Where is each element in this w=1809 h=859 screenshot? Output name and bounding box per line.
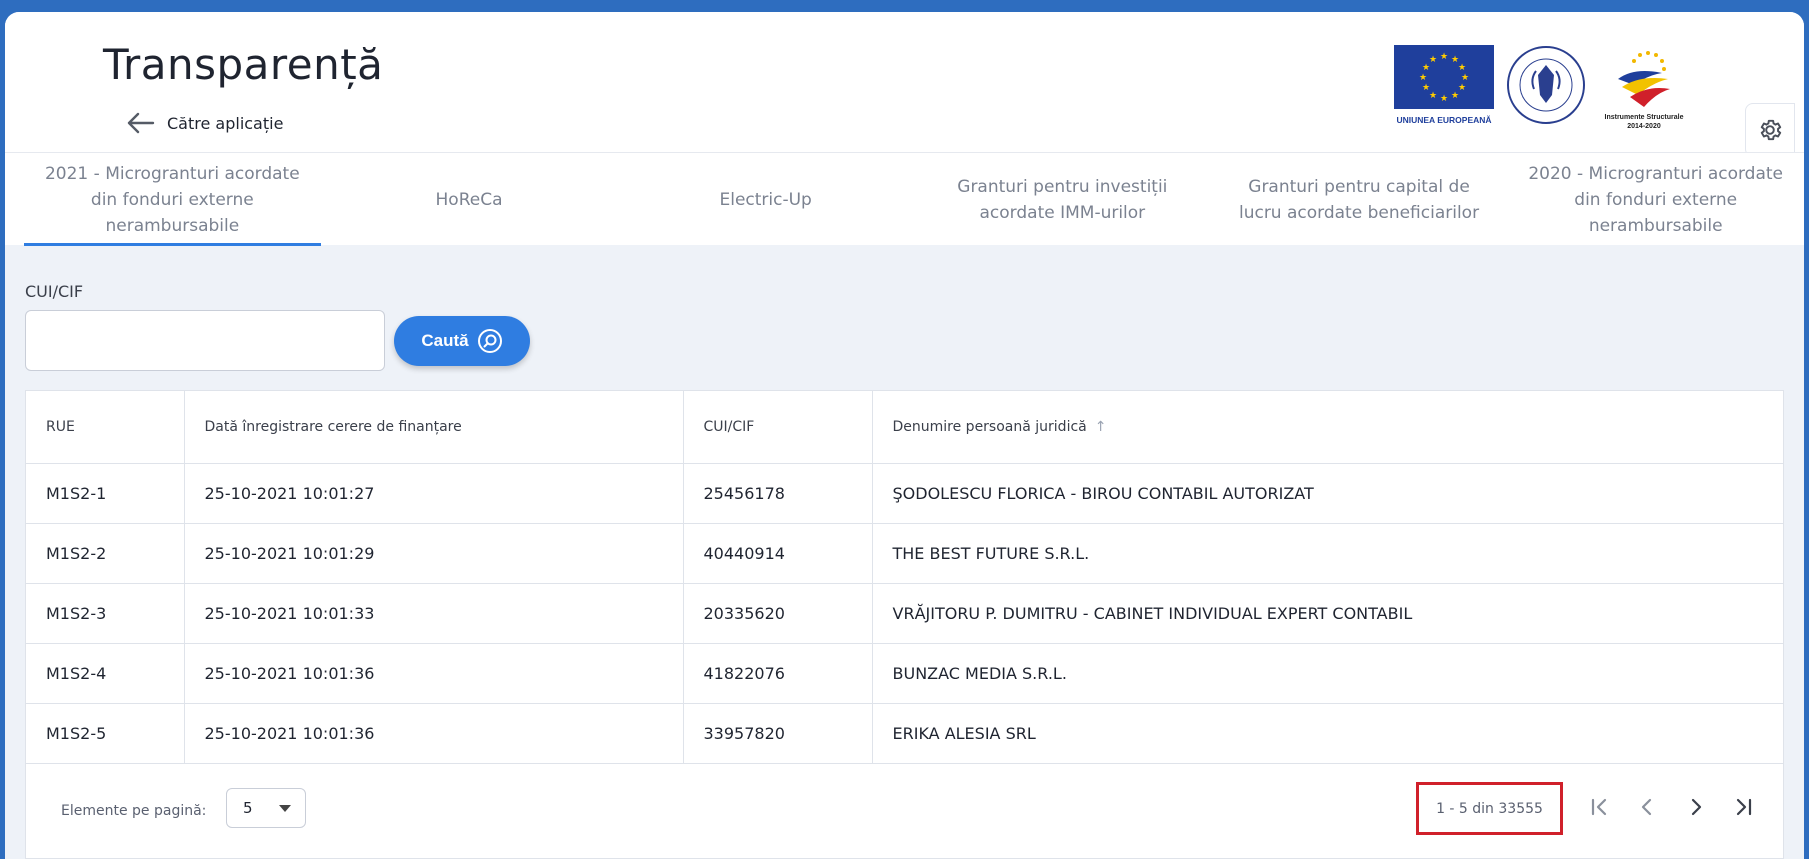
table-header-row: RUE Dată înregistrare cerere de finanțar… — [26, 391, 1783, 464]
last-page-icon — [1736, 798, 1752, 816]
results-table: RUE Dată înregistrare cerere de finanțar… — [25, 390, 1784, 859]
first-page-button[interactable] — [1581, 789, 1617, 825]
cui-label: CUI/CIF — [25, 282, 84, 301]
previous-page-button[interactable] — [1629, 789, 1665, 825]
back-label: Către aplicație — [167, 113, 284, 133]
cell-date: 25-10-2021 10:01:33 — [184, 583, 684, 644]
cell-rue: M1S2-5 — [26, 703, 185, 764]
cell-cui: 25456178 — [683, 463, 873, 524]
eu-logo-text: UNIUNEA EUROPEANĂ — [1396, 115, 1492, 125]
cell-cui: 33957820 — [683, 703, 873, 764]
column-header-name[interactable]: Denumire persoană juridică ↑ — [872, 391, 1783, 464]
table-row: M1S2-5 25-10-2021 10:01:36 33957820 ERIK… — [26, 703, 1783, 764]
cell-rue: M1S2-4 — [26, 643, 185, 704]
last-page-button[interactable] — [1726, 789, 1762, 825]
search-button[interactable]: Caută — [394, 316, 530, 366]
cell-cui: 20335620 — [683, 583, 873, 644]
svg-text:★: ★ — [1429, 91, 1437, 101]
search-button-label: Caută — [421, 331, 469, 350]
eu-logo: ★ ★ ★ ★ ★ ★ ★ ★ ★ ★ ★ ★ UNIUNEA EUROPEANĂ — [1392, 45, 1496, 130]
cell-name: ERIKA ALESIA SRL — [872, 703, 1783, 764]
cell-date: 25-10-2021 10:01:29 — [184, 523, 684, 584]
caret-down-icon — [279, 805, 291, 812]
program-tabs: 2021 - Microgranturi acordate din fondur… — [5, 152, 1804, 246]
svg-text:★: ★ — [1419, 73, 1427, 83]
chevron-right-icon — [1691, 798, 1702, 816]
svg-text:★: ★ — [1458, 83, 1466, 93]
cell-rue: M1S2-1 — [26, 463, 185, 524]
table-row: M1S2-4 25-10-2021 10:01:36 41822076 BUNZ… — [26, 643, 1783, 704]
svg-text:★: ★ — [1461, 73, 1469, 83]
cell-name: THE BEST FUTURE S.R.L. — [872, 523, 1783, 584]
settings-button[interactable] — [1745, 103, 1795, 157]
svg-text:★: ★ — [1458, 63, 1466, 73]
tab-microgranturi-2020[interactable]: 2020 - Microgranturi acordate din fondur… — [1507, 153, 1804, 246]
arrow-left-icon — [127, 112, 155, 134]
gear-icon — [1760, 119, 1782, 141]
structural-instruments-logo: Instrumente Structurale 2014-2020 — [1596, 45, 1692, 135]
page-card: Transparență Către aplicație ★ ★ ★ ★ ★ ★ ★ ★ ★… — [5, 12, 1804, 859]
back-to-app-link[interactable]: Către aplicație — [125, 110, 283, 136]
tab-granturi-investitii[interactable]: Granturi pentru investiții acordate IMM-… — [914, 153, 1211, 246]
cell-rue: M1S2-3 — [26, 583, 185, 644]
structural-instruments-text: Instrumente Structurale 2014-2020 — [1604, 114, 1684, 130]
svg-text:★: ★ — [1451, 91, 1459, 101]
table-row: M1S2-3 25-10-2021 10:01:33 20335620 VRĂJ… — [26, 583, 1783, 644]
page-title: Transparență — [103, 40, 384, 89]
per-page-select[interactable]: 5 — [226, 788, 306, 828]
column-header-cui[interactable]: CUI/CIF — [683, 391, 873, 464]
partner-logos: ★ ★ ★ ★ ★ ★ ★ ★ ★ ★ ★ ★ UNIUNEA EUROPEANĂ — [1392, 45, 1692, 135]
cui-search-input[interactable] — [25, 310, 385, 371]
cell-cui: 41822076 — [683, 643, 873, 704]
cell-date: 25-10-2021 10:01:27 — [184, 463, 684, 524]
cell-name: BUNZAC MEDIA S.R.L. — [872, 643, 1783, 704]
pagination-range: 1 - 5 din 33555 — [1416, 782, 1563, 835]
chevron-left-icon — [1641, 798, 1652, 816]
svg-text:★: ★ — [1429, 55, 1437, 65]
column-header-date[interactable]: Dată înregistrare cerere de finanțare — [184, 391, 684, 464]
cell-date: 25-10-2021 10:01:36 — [184, 703, 684, 764]
cell-rue: M1S2-2 — [26, 523, 185, 584]
svg-text:★: ★ — [1440, 94, 1448, 104]
tab-electric-up[interactable]: Electric-Up — [617, 153, 914, 246]
sort-ascending-icon[interactable]: ↑ — [1095, 419, 1107, 435]
header: Transparență Către aplicație ★ ★ ★ ★ ★ ★ ★ ★ ★… — [5, 12, 1804, 152]
svg-text:★: ★ — [1422, 83, 1430, 93]
cell-cui: 40440914 — [683, 523, 873, 584]
column-header-rue[interactable]: RUE — [26, 391, 185, 464]
svg-text:★: ★ — [1440, 52, 1448, 62]
tab-horeca[interactable]: HoReCa — [321, 153, 618, 246]
cell-name: VRĂJITORU P. DUMITRU - CABINET INDIVIDUA… — [872, 583, 1783, 644]
cell-name: ŞODOLESCU FLORICA - BIROU CONTABIL AUTOR… — [872, 463, 1783, 524]
cell-date: 25-10-2021 10:01:36 — [184, 643, 684, 704]
tab-microgranturi-2021[interactable]: 2021 - Microgranturi acordate din fondur… — [24, 153, 321, 246]
first-page-icon — [1591, 798, 1607, 816]
per-page-value: 5 — [243, 799, 253, 817]
search-icon — [477, 329, 502, 353]
table-row: M1S2-2 25-10-2021 10:01:29 40440914 THE … — [26, 523, 1783, 584]
government-logo — [1506, 45, 1586, 125]
tab-granturi-capital[interactable]: Granturi pentru capital de lucru acordat… — [1211, 153, 1508, 246]
per-page-label: Elemente pe pagină: — [61, 803, 207, 819]
table-row: M1S2-1 25-10-2021 10:01:27 25456178 ŞODO… — [26, 463, 1783, 524]
table-footer: Elemente pe pagină: 5 1 - 5 din 33555 — [26, 763, 1783, 859]
next-page-button[interactable] — [1678, 789, 1714, 825]
